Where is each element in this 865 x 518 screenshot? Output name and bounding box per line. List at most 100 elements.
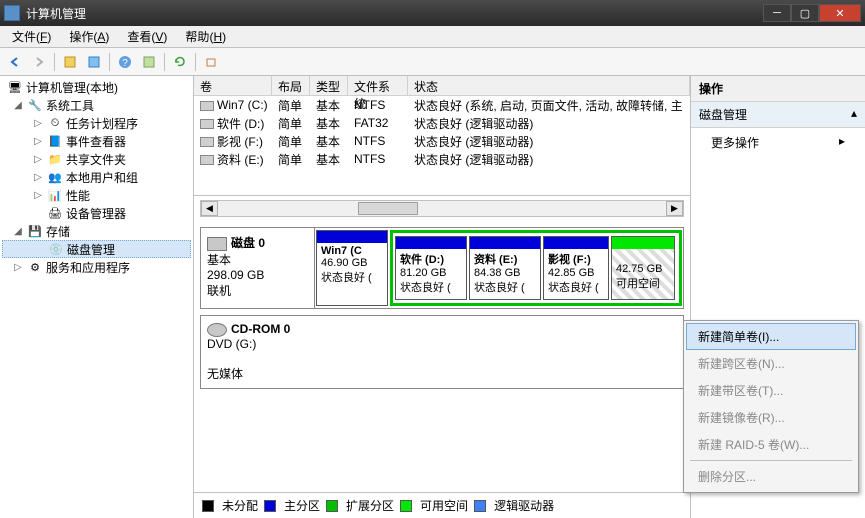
volume-icon [200,137,214,147]
col-volume[interactable]: 卷 [194,76,272,95]
ctx-new-simple-volume[interactable]: 新建简单卷(I)... [686,323,856,350]
menu-action[interactable]: 操作(A) [61,26,117,47]
free-space[interactable]: 42.75 GB 可用空间 [611,236,675,300]
forward-button[interactable] [28,51,50,73]
clock-icon: ⏲ [47,115,63,131]
context-menu: 新建简单卷(I)... 新建跨区卷(N)... 新建带区卷(T)... 新建镜像… [683,320,859,493]
storage-icon: 💾 [27,223,43,239]
legend-extended-icon [326,500,338,512]
menu-help[interactable]: 帮助(H) [177,26,234,47]
menu-file[interactable]: 文件(F) [4,26,59,47]
disk-icon: 💿 [48,241,64,257]
disk-0-info: 磁盘 0 基本 298.09 GB 联机 [201,228,315,308]
tree-performance[interactable]: ▷📊性能 [2,186,191,204]
back-button[interactable] [4,51,26,73]
app-icon [4,5,20,21]
tree-storage[interactable]: ◢💾存储 [2,222,191,240]
volume-list: 卷 布局 类型 文件系统 状态 Win7 (C:) 简单 基本 NTFS 状态良… [194,76,690,196]
extended-partition: 软件 (D:) 81.20 GB 状态良好 ( 资料 (E:) 84.38 GB… [390,230,682,306]
cdrom-icon [207,323,227,337]
volume-row[interactable]: 资料 (E:) 简单 基本 NTFS 状态良好 (逻辑驱动器) [194,150,690,168]
expand-icon[interactable]: ▷ [32,154,44,165]
partition-f[interactable]: 影视 (F:) 42.85 GB 状态良好 ( [543,236,609,300]
refresh-button[interactable] [169,51,191,73]
device-icon: 🖨 [47,205,63,221]
ctx-new-striped-volume[interactable]: 新建带区卷(T)... [686,377,856,404]
disk-0-row[interactable]: 磁盘 0 基本 298.09 GB 联机 Win7 (C 46.90 GB 状态… [200,227,684,309]
tree-shared-folders[interactable]: ▷📁共享文件夹 [2,150,191,168]
expand-icon[interactable]: ▷ [32,172,44,183]
actions-disk-management[interactable]: 磁盘管理▴ [691,102,865,128]
services-icon: ⚙ [27,259,43,275]
volume-row[interactable]: Win7 (C:) 简单 基本 NTFS 状态良好 (系统, 启动, 页面文件,… [194,96,690,114]
scroll-left-button[interactable]: ◀ [201,201,218,216]
actions-more[interactable]: 更多操作▸ [691,128,865,157]
ctx-new-spanned-volume[interactable]: 新建跨区卷(N)... [686,350,856,377]
titlebar: 计算机管理 ─ ▢ ✕ [0,0,865,26]
tool-btn-6[interactable] [200,51,222,73]
tree-systools[interactable]: ◢🔧系统工具 [2,96,191,114]
expand-icon[interactable]: ▷ [32,136,44,147]
expand-icon[interactable]: ▷ [32,118,44,129]
perf-icon: 📊 [47,187,63,203]
partition-d[interactable]: 软件 (D:) 81.20 GB 状态良好 ( [395,236,467,300]
menubar: 文件(F) 操作(A) 查看(V) 帮助(H) [0,26,865,48]
expand-icon[interactable]: ▷ [32,190,44,201]
center-panel: 卷 布局 类型 文件系统 状态 Win7 (C:) 简单 基本 NTFS 状态良… [194,76,691,518]
scroll-thumb[interactable] [358,202,418,215]
chevron-right-icon: ▸ [839,134,845,151]
expand-icon[interactable]: ▷ [12,262,24,273]
cdrom-row[interactable]: CD-ROM 0 DVD (G:) 无媒体 [200,315,684,389]
tree-device-manager[interactable]: 🖨设备管理器 [2,204,191,222]
actions-header: 操作 [691,76,865,102]
volume-icon [200,119,214,129]
cdrom-info: CD-ROM 0 DVD (G:) 无媒体 [201,316,315,388]
tool-btn-1[interactable] [59,51,81,73]
partition-c[interactable]: Win7 (C 46.90 GB 状态良好 ( [316,230,388,306]
maximize-button[interactable]: ▢ [791,4,819,22]
col-type[interactable]: 类型 [310,76,348,95]
chevron-up-icon: ▴ [851,106,857,123]
menu-view[interactable]: 查看(V) [119,26,175,47]
ctx-new-raid5-volume[interactable]: 新建 RAID-5 卷(W)... [686,431,856,458]
col-layout[interactable]: 布局 [272,76,310,95]
collapse-icon[interactable]: ◢ [12,226,24,237]
folder-share-icon: 📁 [47,151,63,167]
partition-e[interactable]: 资料 (E:) 84.38 GB 状态良好 ( [469,236,541,300]
book-icon: 📘 [47,133,63,149]
legend-free-icon [400,500,412,512]
tree-event-viewer[interactable]: ▷📘事件查看器 [2,132,191,150]
collapse-icon[interactable]: ◢ [12,100,24,111]
legend-logical-icon [474,500,486,512]
legend: 未分配 主分区 扩展分区 可用空间 逻辑驱动器 [194,492,690,518]
close-button[interactable]: ✕ [819,4,861,22]
tree-disk-management[interactable]: 💿磁盘管理 [2,240,191,258]
col-status[interactable]: 状态 [408,76,690,95]
scroll-right-button[interactable]: ▶ [666,201,683,216]
legend-primary-icon [264,500,276,512]
ctx-new-mirrored-volume[interactable]: 新建镜像卷(R)... [686,404,856,431]
tree-root[interactable]: 🖥计算机管理(本地) [2,78,191,96]
help-button[interactable]: ? [114,51,136,73]
users-icon: 👥 [47,169,63,185]
legend-unallocated-icon [202,500,214,512]
volume-row[interactable]: 软件 (D:) 简单 基本 FAT32 状态良好 (逻辑驱动器) [194,114,690,132]
disk-icon [207,237,227,251]
tool-btn-2[interactable] [83,51,105,73]
svg-text:?: ? [122,58,128,69]
toolbar: ? [0,48,865,76]
horizontal-scrollbar[interactable]: ◀ ▶ [200,200,684,217]
col-filesystem[interactable]: 文件系统 [348,76,408,95]
ctx-delete-partition[interactable]: 删除分区... [686,463,856,490]
volume-icon [200,155,214,165]
window-title: 计算机管理 [26,5,763,22]
tree-task-scheduler[interactable]: ▷⏲任务计划程序 [2,114,191,132]
tree-services-apps[interactable]: ▷⚙服务和应用程序 [2,258,191,276]
minimize-button[interactable]: ─ [763,4,791,22]
tree-users-groups[interactable]: ▷👥本地用户和组 [2,168,191,186]
computer-icon: 🖥 [7,79,23,95]
volume-icon [200,101,214,111]
disk-graphical-area: 磁盘 0 基本 298.09 GB 联机 Win7 (C 46.90 GB 状态… [194,221,690,492]
tool-btn-4[interactable] [138,51,160,73]
volume-row[interactable]: 影视 (F:) 简单 基本 NTFS 状态良好 (逻辑驱动器) [194,132,690,150]
